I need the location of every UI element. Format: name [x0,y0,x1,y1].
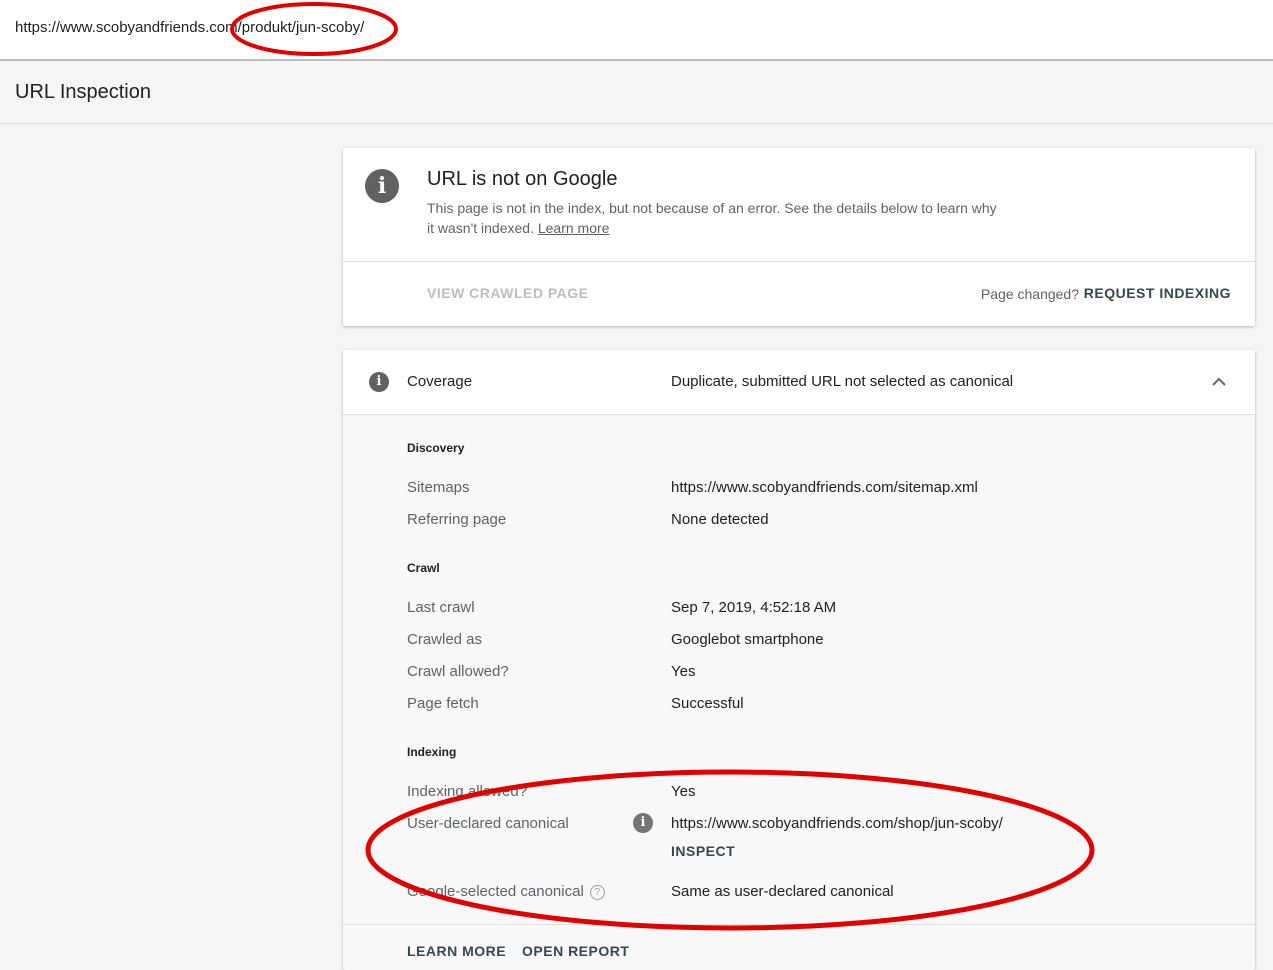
divider [343,924,1255,925]
learn-more-button[interactable]: LEARN MORE [407,943,506,959]
page-fetch-label: Page fetch [407,695,479,712]
chevron-up-icon[interactable] [1209,372,1229,392]
status-description: This page is not in the index, but not b… [427,198,997,238]
page-title: URL Inspection [15,81,151,103]
status-card: i URL is not on Google This page is not … [343,148,1255,326]
google-selected-canonical-label: Google-selected canonical [407,883,584,900]
coverage-header[interactable]: i Coverage Duplicate, submitted URL not … [343,350,1255,415]
indexing-allowed-value: Yes [671,783,696,800]
inspect-button[interactable]: INSPECT [671,843,735,859]
crawl-allowed-label: Crawl allowed? [407,663,509,680]
view-crawled-page-button[interactable]: VIEW CRAWLED PAGE [427,285,588,301]
google-selected-canonical-row: Google-selected canonical? [407,883,605,900]
crawled-as-value: Googlebot smartphone [671,631,824,648]
referring-page-value: None detected [671,511,769,528]
crawl-heading: Crawl [407,561,440,575]
address-bar: https://www.scobyandfriends.com/produkt/… [0,0,1273,61]
learn-more-link[interactable]: Learn more [538,220,610,236]
coverage-label: Coverage [407,373,473,390]
info-icon: i [369,372,389,392]
status-description-text: This page is not in the index, but not b… [427,200,997,236]
crawled-as-label: Crawled as [407,631,483,648]
user-declared-canonical-label: User-declared canonical [407,815,569,832]
coverage-card: i Coverage Duplicate, submitted URL not … [343,350,1255,970]
page-fetch-value: Successful [671,695,744,712]
sitemaps-value: https://www.scobyandfriends.com/sitemap.… [671,479,978,496]
status-heading: URL is not on Google [427,168,618,190]
discovery-heading: Discovery [407,441,465,455]
open-report-button[interactable]: OPEN REPORT [522,943,629,959]
help-icon[interactable]: ? [589,885,605,900]
url-text[interactable]: https://www.scobyandfriends.com/produkt/… [15,19,364,36]
last-crawl-value: Sep 7, 2019, 4:52:18 AM [671,599,837,616]
last-crawl-label: Last crawl [407,599,475,616]
user-declared-canonical-value: https://www.scobyandfriends.com/shop/jun… [671,815,1003,832]
sitemaps-label: Sitemaps [407,479,470,496]
request-indexing-button[interactable]: REQUEST INDEXING [1084,285,1231,301]
page-changed-label: Page changed? [980,286,1079,302]
info-icon[interactable]: i [633,813,653,833]
coverage-value: Duplicate, submitted URL not selected as… [671,373,1014,390]
divider [343,261,1255,262]
crawl-allowed-value: Yes [671,663,696,680]
info-icon: i [365,169,399,203]
google-selected-canonical-value: Same as user-declared canonical [671,883,894,900]
indexing-heading: Indexing [407,745,457,759]
referring-page-label: Referring page [407,511,507,528]
title-bar: URL Inspection [0,61,1273,124]
indexing-allowed-label: Indexing allowed? [407,783,528,800]
